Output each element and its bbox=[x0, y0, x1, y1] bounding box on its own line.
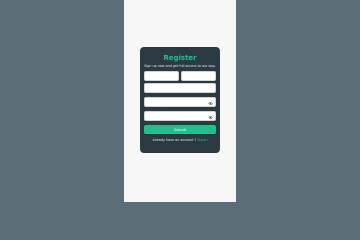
register-form: Register Sign up now and get full access… bbox=[140, 47, 220, 153]
confirm-password-field bbox=[144, 111, 216, 130]
name-row bbox=[144, 71, 216, 90]
password-field bbox=[144, 97, 216, 116]
signin-row: Already have an account ? Signin bbox=[144, 138, 216, 142]
firstname-field bbox=[144, 71, 179, 90]
signin-link[interactable]: Signin bbox=[197, 138, 207, 142]
email-field bbox=[144, 83, 216, 102]
eye-slash-icon[interactable] bbox=[208, 115, 213, 120]
lastname-field bbox=[181, 71, 216, 90]
form-subtitle: Sign up now and get full access to our a… bbox=[144, 64, 216, 68]
eye-slash-icon[interactable] bbox=[208, 101, 213, 106]
confirm-password-input[interactable] bbox=[145, 122, 215, 130]
form-title: Register bbox=[163, 54, 197, 62]
signin-prompt: Already have an account ? bbox=[152, 138, 197, 142]
